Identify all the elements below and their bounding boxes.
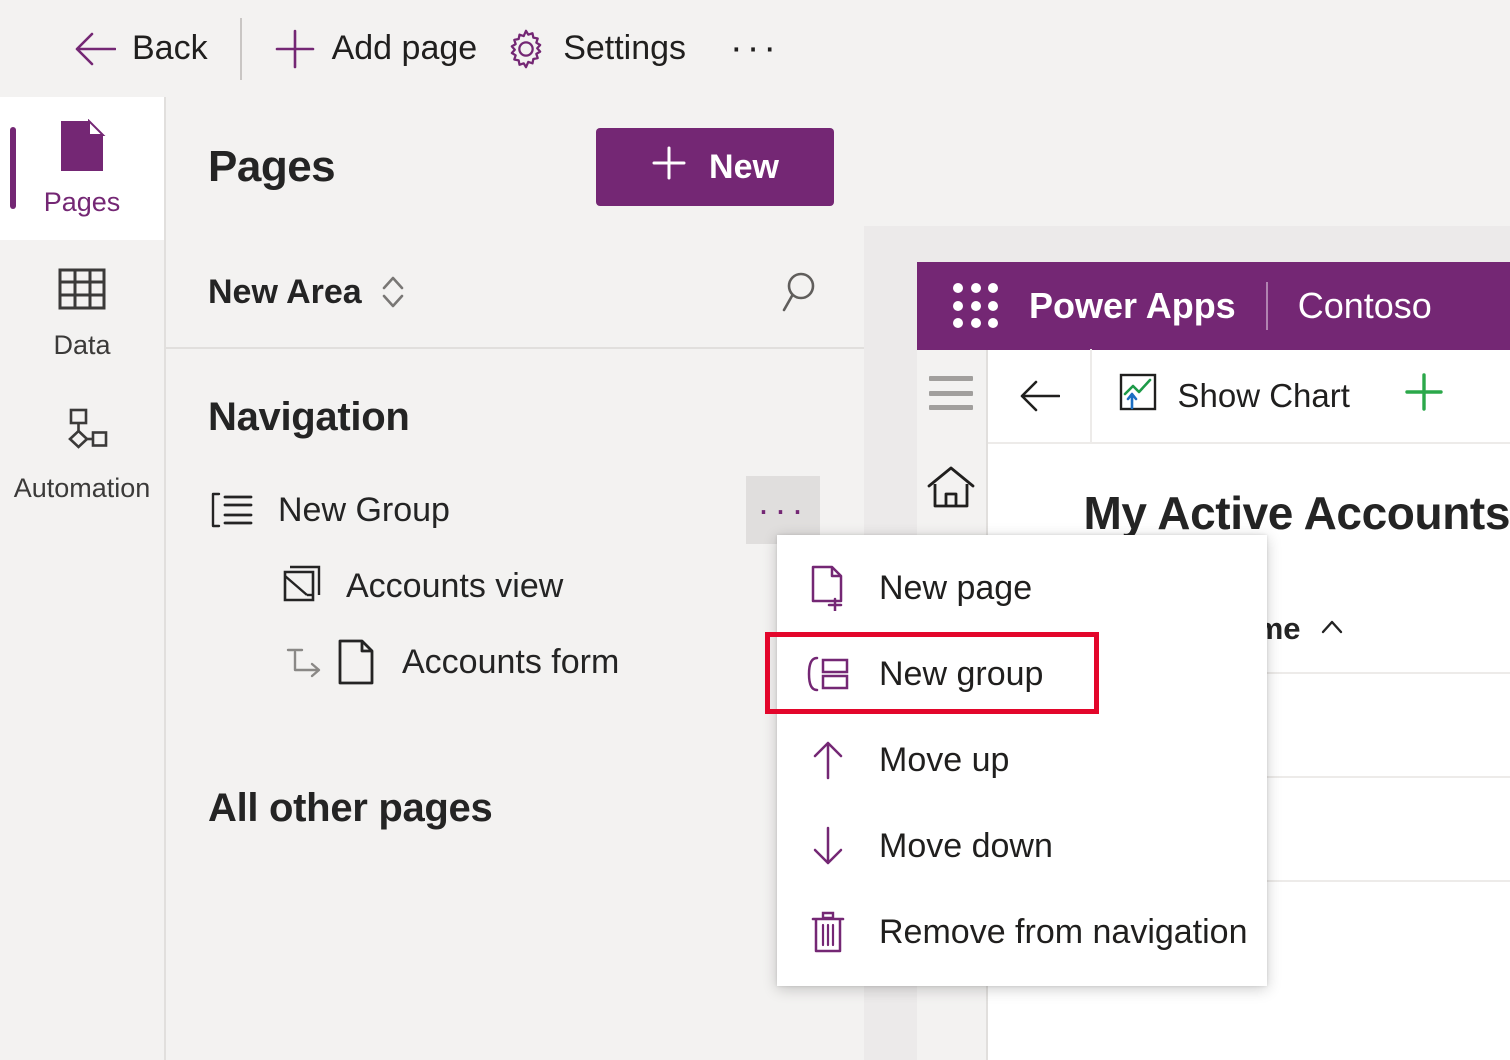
rail-label-pages: Pages (43, 187, 121, 217)
rail-item-data[interactable]: Data (0, 240, 164, 383)
navigation-tree: New Group ··· Accounts view Accounts for… (166, 472, 864, 700)
back-label: Back (132, 29, 208, 67)
menu-item-new-page[interactable]: New page (777, 545, 1267, 631)
app-launcher-icon[interactable] (953, 283, 999, 329)
pages-panel-header: Pages New (166, 97, 864, 237)
app-back-button[interactable] (988, 349, 1092, 443)
chevron-updown-icon[interactable] (378, 270, 408, 314)
rail-label-data: Data (53, 330, 111, 360)
tree-item-label: New Group (278, 490, 450, 529)
rail-label-automation: Automation (13, 473, 151, 503)
search-icon[interactable] (780, 268, 828, 316)
new-button-label: New (709, 147, 779, 186)
menu-item-label: Move down (879, 826, 1053, 865)
menu-item-move-down[interactable]: Move down (777, 803, 1267, 889)
menu-item-label: New page (879, 568, 1033, 607)
command-bar-overflow-button[interactable]: ··· (714, 29, 796, 67)
tree-item-accounts-form[interactable]: Accounts form (166, 624, 864, 700)
plus-icon (651, 145, 687, 190)
context-menu: New page New group Move up Move down Rem… (777, 535, 1267, 986)
app-new-record-button[interactable] (1376, 370, 1472, 422)
group-icon (208, 490, 256, 530)
show-chart-icon (1118, 372, 1158, 420)
add-page-label: Add page (331, 29, 478, 67)
show-chart-label: Show Chart (1177, 377, 1350, 414)
app-brand: Power Apps (1029, 285, 1236, 326)
arrow-down-icon (805, 824, 851, 868)
form-icon (332, 638, 380, 686)
trash-icon (805, 909, 851, 955)
app-command-bar: Show Chart (987, 349, 1510, 444)
new-group-icon (805, 654, 851, 694)
app-header: Power Apps Contoso (917, 262, 1510, 350)
plus-icon (274, 28, 316, 70)
menu-item-label: Remove from navigation (879, 912, 1248, 951)
arrow-left-icon (72, 31, 116, 67)
menu-item-remove-from-navigation[interactable]: Remove from navigation (777, 889, 1267, 975)
area-name: New Area (208, 272, 362, 311)
all-other-pages-heading: All other pages (208, 786, 493, 830)
new-button[interactable]: New (596, 128, 834, 206)
menu-item-move-up[interactable]: Move up (777, 717, 1267, 803)
app-view-title: My Active Accounts (1083, 487, 1510, 539)
tree-item-accounts-view[interactable]: Accounts view (166, 548, 864, 624)
app-header-divider (1265, 282, 1268, 330)
left-rail: Pages Data Automation (0, 97, 164, 1060)
arrow-up-icon (805, 738, 851, 782)
view-icon (276, 563, 324, 609)
subitem-arrow-icon (276, 640, 332, 684)
add-page-button[interactable]: Add page (260, 19, 492, 79)
rail-selection-indicator (10, 127, 16, 209)
tree-item-new-group[interactable]: New Group ··· (166, 472, 864, 548)
pages-panel: Pages New New Area Navigation New Group … (164, 97, 864, 1060)
settings-label: Settings (563, 29, 687, 67)
table-icon (55, 262, 109, 316)
hamburger-icon[interactable] (929, 376, 974, 410)
rail-item-pages[interactable]: Pages (0, 97, 164, 240)
menu-item-label: New group (879, 654, 1044, 693)
home-icon[interactable] (925, 464, 977, 515)
area-selector-row: New Area (166, 237, 864, 349)
page-title: Pages (208, 142, 336, 191)
new-page-icon (805, 565, 851, 611)
gear-icon (505, 28, 547, 70)
menu-item-new-group[interactable]: New group (777, 631, 1267, 717)
tree-item-label: Accounts view (346, 566, 564, 605)
menu-item-label: Move up (879, 740, 1010, 779)
tree-item-label: Accounts form (402, 642, 620, 681)
app-environment-name: Contoso (1297, 285, 1432, 326)
page-icon (55, 119, 109, 173)
command-bar-divider (239, 17, 242, 80)
tree-item-more-button[interactable]: ··· (746, 476, 820, 544)
navigation-heading: Navigation (208, 395, 410, 439)
tree-item-more-label: ··· (757, 489, 809, 530)
rail-item-automation[interactable]: Automation (0, 383, 164, 526)
command-bar: Back Add page Settings ··· (0, 0, 1510, 97)
plus-icon (1402, 370, 1446, 422)
back-button[interactable]: Back (58, 19, 222, 79)
show-chart-button[interactable]: Show Chart (1092, 372, 1376, 420)
sort-ascending-icon (1319, 617, 1345, 642)
flow-icon (55, 405, 109, 459)
settings-button[interactable]: Settings (491, 19, 700, 79)
